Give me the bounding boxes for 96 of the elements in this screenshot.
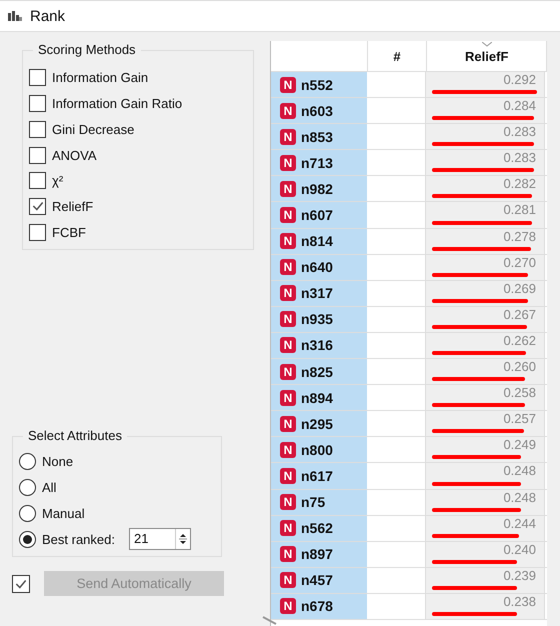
checkmark-icon	[30, 199, 44, 214]
score-value: 0.260	[503, 359, 536, 374]
radio-label: All	[42, 480, 56, 496]
bar-chart-icon	[8, 11, 22, 21]
numeric-badge: N	[280, 102, 296, 119]
radio-button[interactable]	[19, 530, 36, 548]
score-value: 0.248	[503, 463, 536, 478]
attribute-name: n316	[301, 337, 333, 354]
attribute-name: n562	[301, 520, 333, 536]
attribute-name: n295	[301, 416, 333, 432]
group-title: Select Attributes	[23, 428, 127, 443]
numeric-badge: N	[280, 128, 296, 145]
group-title: Scoring Methods	[33, 42, 141, 57]
numeric-badge: N	[280, 598, 296, 614]
checkbox[interactable]	[29, 95, 46, 112]
checkbox-label: Information Gain	[52, 70, 148, 86]
column-header[interactable]: ReliefF	[427, 41, 547, 71]
sort-icon	[482, 42, 492, 47]
radio-label: Manual	[42, 506, 85, 521]
checkbox[interactable]	[29, 69, 46, 86]
score-value: 0.269	[503, 280, 536, 296]
score-value: 0.278	[503, 228, 536, 244]
numeric-badge: N	[280, 76, 296, 93]
score-value: 0.283	[503, 124, 536, 140]
score-value: 0.244	[503, 516, 536, 531]
score-value: 0.239	[503, 568, 536, 583]
attribute-name: n713	[301, 154, 333, 171]
attribute-name: n853	[301, 128, 333, 145]
score-value: 0.238	[503, 594, 536, 609]
attribute-name: n75	[301, 494, 326, 510]
radio-label: None	[42, 454, 74, 470]
numeric-badge: N	[280, 494, 296, 510]
score-value: 0.258	[503, 385, 536, 400]
checkbox-label: ANOVA	[52, 148, 97, 163]
numeric-badge: N	[280, 520, 296, 536]
number-spinbox[interactable]: 21	[129, 528, 191, 550]
radio-button[interactable]	[19, 504, 36, 522]
numeric-badge: N	[280, 154, 296, 171]
numeric-badge: N	[280, 468, 296, 484]
score-value: 0.267	[503, 306, 536, 322]
score-value: 0.283	[503, 150, 536, 166]
attribute-name: n800	[301, 442, 333, 458]
score-value: 0.240	[503, 542, 536, 557]
numeric-badge: N	[280, 442, 296, 458]
resize-handle-icon[interactable]	[262, 616, 278, 626]
numeric-badge: N	[280, 180, 296, 197]
score-value: 0.284	[503, 98, 536, 114]
numeric-badge: N	[280, 259, 296, 276]
numeric-badge: N	[280, 546, 296, 562]
attribute-name: n317	[301, 285, 333, 302]
column-header[interactable]: #	[368, 41, 428, 71]
radio-button[interactable]	[19, 453, 36, 470]
checkbox[interactable]	[29, 172, 46, 190]
score-value: 0.249	[503, 437, 536, 452]
numeric-badge: N	[280, 390, 296, 406]
attribute-name: n617	[301, 468, 333, 484]
attribute-name: n814	[301, 233, 333, 250]
score-value: 0.262	[503, 332, 536, 348]
attribute-name: n607	[301, 207, 333, 224]
attribute-name: n640	[301, 259, 333, 276]
numeric-badge: N	[280, 311, 296, 328]
spin-arrows-icon[interactable]	[179, 532, 187, 546]
score-value: 0.270	[503, 254, 536, 270]
score-value: 0.281	[503, 202, 536, 218]
score-value: 0.257	[503, 411, 536, 426]
checkbox-label: χ²	[52, 173, 64, 188]
numeric-badge: N	[280, 285, 296, 302]
checkbox[interactable]	[29, 120, 46, 138]
window-title: Rank	[30, 8, 66, 24]
checkbox[interactable]	[29, 198, 46, 215]
checkbox-label: FCBF	[52, 224, 86, 240]
attribute-name: n603	[301, 102, 333, 119]
attribute-name: n982	[301, 180, 333, 197]
numeric-badge: N	[280, 233, 296, 250]
attribute-name: n894	[301, 390, 333, 406]
attribute-name: n825	[301, 364, 333, 380]
checkbox-label: Information Gain Ratio	[52, 96, 182, 112]
attribute-name: n552	[301, 76, 333, 93]
score-value: 0.248	[503, 490, 536, 504]
numeric-badge: N	[280, 416, 296, 432]
radio-label: Best ranked:	[42, 532, 115, 547]
checkbox-label: Gini Decrease	[52, 122, 134, 137]
radio-button[interactable]	[19, 479, 36, 496]
attribute-name: n678	[301, 598, 333, 614]
checkbox-label: ReliefF	[52, 198, 94, 214]
attribute-name: n897	[301, 546, 333, 562]
numeric-badge: N	[280, 207, 296, 224]
attribute-name: n935	[301, 311, 333, 328]
numeric-badge: N	[280, 364, 296, 380]
score-value: 0.282	[503, 176, 536, 192]
numeric-badge: N	[280, 572, 296, 588]
checkbox[interactable]	[29, 224, 46, 241]
checkbox[interactable]	[29, 146, 46, 164]
score-value: 0.292	[503, 72, 536, 87]
attribute-name: n457	[301, 572, 333, 588]
numeric-badge: N	[280, 337, 296, 354]
